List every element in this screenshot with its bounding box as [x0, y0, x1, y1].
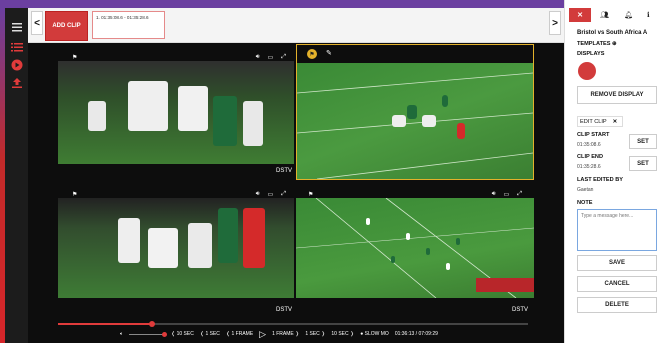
back-1-button[interactable]: ❬ 1 SEC	[200, 331, 220, 337]
timeline-scrubber[interactable]	[149, 321, 155, 327]
video-tl[interactable]	[58, 61, 294, 164]
note-input[interactable]	[577, 209, 657, 251]
clip-start-label: CLIP START	[577, 132, 610, 138]
timeline-progress	[58, 323, 152, 325]
upload-icon[interactable]	[11, 76, 23, 88]
player-figure	[391, 256, 395, 263]
flag-icon[interactable]: ⚑	[72, 54, 77, 61]
sidebar	[5, 8, 28, 343]
pitch-lines	[296, 198, 534, 298]
slow-mo-toggle[interactable]: ● SLOW MO	[360, 331, 389, 337]
camera-icon[interactable]: ▭	[268, 54, 274, 61]
templates-link[interactable]: TEMPLATES ⊕	[577, 41, 617, 47]
flag-icon[interactable]: ⚑	[72, 191, 77, 198]
last-edited-value: Gaetan	[577, 187, 594, 193]
play-icon[interactable]: ▷	[259, 329, 266, 340]
flag-icon[interactable]: ⚑	[307, 49, 317, 59]
player-figure	[392, 115, 406, 127]
bell-icon[interactable]: 🔔︎	[624, 11, 633, 19]
volume-icon[interactable]: 🔊︎	[256, 54, 260, 61]
play-circle-icon[interactable]	[11, 58, 23, 71]
clip-end-value: 01:35:28.6	[577, 164, 601, 170]
close-button[interactable]: ✕	[569, 8, 591, 22]
player-figure	[406, 233, 410, 240]
edit-icon[interactable]: ✎	[326, 49, 332, 57]
prev-clips-button[interactable]: <	[31, 11, 43, 35]
player-figure	[213, 96, 237, 146]
player-figure	[188, 223, 212, 268]
set-end-button[interactable]: SET	[629, 156, 657, 171]
fwd-frame-button[interactable]: 1 FRAME ❭	[272, 331, 299, 337]
remove-display-button[interactable]: REMOVE DISPLAY	[577, 86, 657, 104]
player-figure	[446, 263, 450, 270]
save-button[interactable]: SAVE	[577, 255, 657, 271]
back-frame-button[interactable]: ❬ 1 FRAME	[226, 331, 253, 337]
set-start-button[interactable]: SET	[629, 134, 657, 149]
video-tl-channel: DSTV	[276, 168, 293, 174]
pitch-lines	[297, 72, 533, 179]
timecode: 01:36:13 / 07:09:29	[394, 331, 438, 337]
playback-controls: 🔈︎ ❬ 10 SEC ❬ 1 SEC ❬ 1 FRAME ▷ 1 FRAME …	[120, 329, 438, 339]
player-figure	[148, 228, 178, 268]
back-10-button[interactable]: ❬ 10 SEC	[171, 331, 194, 337]
flag-icon[interactable]: ⚑	[308, 191, 313, 198]
close-edit-icon[interactable]: ✕	[613, 119, 618, 125]
player-figure	[243, 208, 265, 268]
clip-start-value: 01:35:08.6	[577, 142, 601, 148]
add-clip-button[interactable]: ADD CLIP	[45, 11, 88, 41]
clip-entry-label: 1. 01:35:08.6 - 01:35:28.6	[96, 15, 149, 20]
expand-icon[interactable]: ⤢	[281, 191, 286, 198]
player-figure	[456, 238, 460, 245]
info-icon[interactable]: ℹ	[647, 11, 650, 19]
users-icon[interactable]: 👥︎	[600, 11, 609, 19]
video-bl-channel: DSTV	[276, 307, 293, 313]
player-figure	[366, 218, 370, 225]
fwd-1-button[interactable]: 1 SEC ❭	[305, 331, 325, 337]
volume-knob[interactable]	[162, 331, 168, 337]
display-avatar[interactable]	[578, 62, 596, 80]
volume-icon[interactable]: 🔊︎	[256, 191, 260, 198]
edit-clip-header: EDIT CLIP ✕	[577, 116, 623, 127]
player-figure	[422, 115, 436, 127]
volume-icon[interactable]: 🔈︎	[120, 331, 123, 337]
expand-icon[interactable]: ⤢	[281, 54, 286, 61]
delete-button[interactable]: DELETE	[577, 297, 657, 313]
list-icon[interactable]	[11, 40, 23, 52]
app-root: < ADD CLIP 1. 01:35:08.6 - 01:35:28.6 > …	[0, 0, 658, 343]
next-clips-button[interactable]: >	[549, 11, 561, 35]
camera-icon[interactable]: ▭	[504, 191, 510, 198]
volume-icon[interactable]: 🔊︎	[492, 191, 496, 198]
player-figure	[407, 105, 417, 119]
video-bl[interactable]	[58, 198, 294, 298]
match-title: Bristol vs South Africa A	[577, 30, 648, 36]
clip-entry-card[interactable]: 1. 01:35:08.6 - 01:35:28.6	[92, 11, 165, 39]
player-figure	[426, 248, 430, 255]
cancel-button[interactable]: CANCEL	[577, 276, 657, 292]
clip-end-label: CLIP END	[577, 154, 604, 160]
expand-icon[interactable]: ⤢	[517, 191, 522, 198]
video-br[interactable]	[296, 198, 534, 298]
player-figure	[178, 86, 208, 131]
player-figure	[88, 101, 106, 131]
player-figure	[128, 81, 168, 131]
video-br-channel: DSTV	[512, 307, 529, 313]
video-tr[interactable]	[296, 44, 534, 180]
player-figure	[442, 95, 448, 107]
camera-icon[interactable]: ▭	[268, 191, 274, 198]
fwd-10-button[interactable]: 10 SEC ❭	[331, 331, 354, 337]
volume-slider[interactable]	[129, 331, 168, 337]
player-figure	[118, 218, 140, 263]
note-label: NOTE	[577, 200, 593, 206]
menu-icon[interactable]	[11, 20, 23, 32]
timeline-track[interactable]	[58, 321, 528, 327]
last-edited-label: LAST EDITED BY	[577, 177, 623, 183]
player-figure	[457, 123, 465, 139]
displays-label: DISPLAYS	[577, 51, 605, 57]
player-figure	[218, 208, 238, 263]
player-figure	[243, 101, 263, 146]
